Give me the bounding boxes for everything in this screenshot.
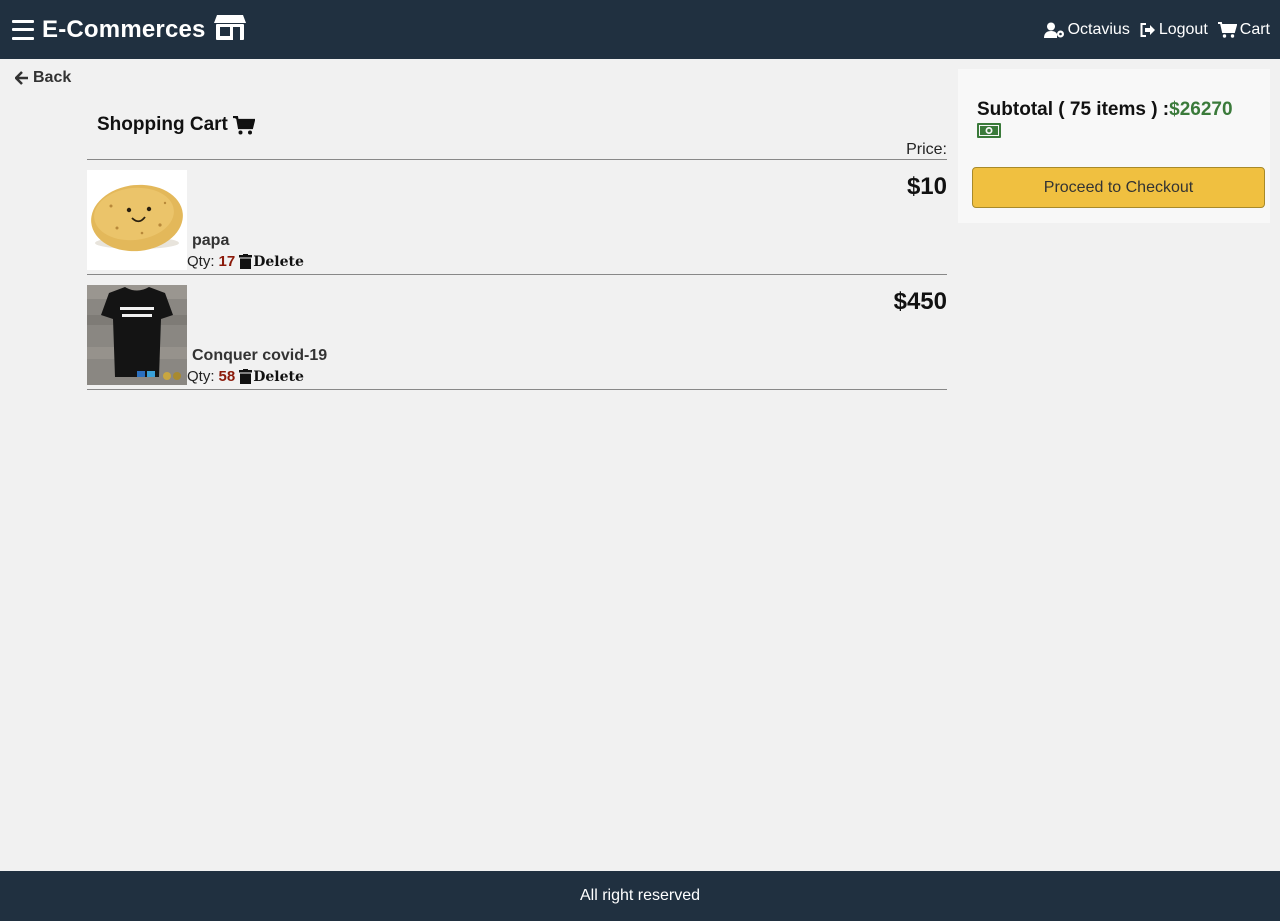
trash-icon bbox=[239, 254, 253, 269]
arrow-left-icon bbox=[15, 71, 28, 85]
subtotal-label: Subtotal ( 75 items ) : bbox=[977, 99, 1170, 120]
product-image-tshirt[interactable] bbox=[87, 285, 187, 385]
trash-icon bbox=[239, 369, 253, 384]
item-name[interactable]: papa bbox=[192, 232, 229, 250]
user-cog-icon bbox=[1043, 22, 1064, 38]
cart-title-text: Shopping Cart bbox=[97, 114, 228, 135]
delete-label: Delete bbox=[253, 253, 304, 270]
divider bbox=[87, 389, 947, 390]
top-navbar: E-Commerces Octavius Logout Cart bbox=[0, 0, 1280, 59]
subtotal: Subtotal ( 75 items ) :$26270 bbox=[977, 98, 1257, 138]
cart-label: Cart bbox=[1239, 20, 1270, 38]
cart-icon bbox=[1217, 21, 1237, 38]
logout-label: Logout bbox=[1158, 20, 1208, 38]
back-label: Back bbox=[33, 69, 72, 86]
cart-item: $10 papa Qty: 17 Delete bbox=[87, 160, 947, 274]
brand: E-Commerces bbox=[12, 14, 246, 45]
shopping-cart-list: Shopping Cart Price: $10 papa Qty: 17 De… bbox=[87, 110, 947, 390]
brand-title[interactable]: E-Commerces bbox=[42, 16, 206, 44]
delete-button[interactable]: Delete bbox=[239, 254, 304, 270]
money-bill-icon bbox=[977, 123, 1001, 138]
nav-right: Octavius Logout Cart bbox=[1034, 21, 1270, 39]
item-price: $450 bbox=[893, 288, 947, 315]
cart-item: $450 Conquer covid-19 Qty: 58 Delete bbox=[87, 275, 947, 389]
subtotal-amount: $26270 bbox=[1169, 99, 1233, 120]
cart-icon bbox=[232, 115, 255, 134]
proceed-to-checkout-button[interactable]: Proceed to Checkout bbox=[972, 167, 1265, 208]
item-price: $10 bbox=[906, 173, 947, 200]
sign-out-icon bbox=[1140, 22, 1155, 37]
delete-label: Delete bbox=[253, 368, 304, 385]
qty-value: 58 bbox=[218, 368, 236, 385]
subtotal-panel: Subtotal ( 75 items ) :$26270 Proceed to… bbox=[958, 69, 1270, 223]
qty-label: Qty: bbox=[187, 253, 215, 270]
qty-value: 17 bbox=[218, 253, 236, 270]
item-name[interactable]: Conquer covid-19 bbox=[192, 347, 327, 365]
menu-icon[interactable] bbox=[12, 19, 34, 40]
back-link[interactable]: Back bbox=[15, 69, 71, 87]
cart-link[interactable]: Cart bbox=[1217, 20, 1270, 39]
user-profile-link[interactable]: Octavius bbox=[1043, 20, 1130, 39]
footer: All right reserved bbox=[0, 871, 1280, 921]
footer-text: All right reserved bbox=[579, 887, 701, 904]
item-qty-row: Qty: 17 Delete bbox=[187, 253, 304, 270]
item-qty-row: Qty: 58 Delete bbox=[187, 368, 304, 385]
user-name: Octavius bbox=[1067, 20, 1130, 38]
product-image-potato[interactable] bbox=[87, 170, 187, 270]
cart-title: Shopping Cart bbox=[87, 110, 947, 140]
qty-label: Qty: bbox=[187, 368, 215, 385]
store-icon bbox=[213, 14, 246, 45]
logout-link[interactable]: Logout bbox=[1140, 21, 1208, 39]
price-column-header: Price: bbox=[906, 141, 947, 158]
delete-button[interactable]: Delete bbox=[239, 369, 304, 385]
